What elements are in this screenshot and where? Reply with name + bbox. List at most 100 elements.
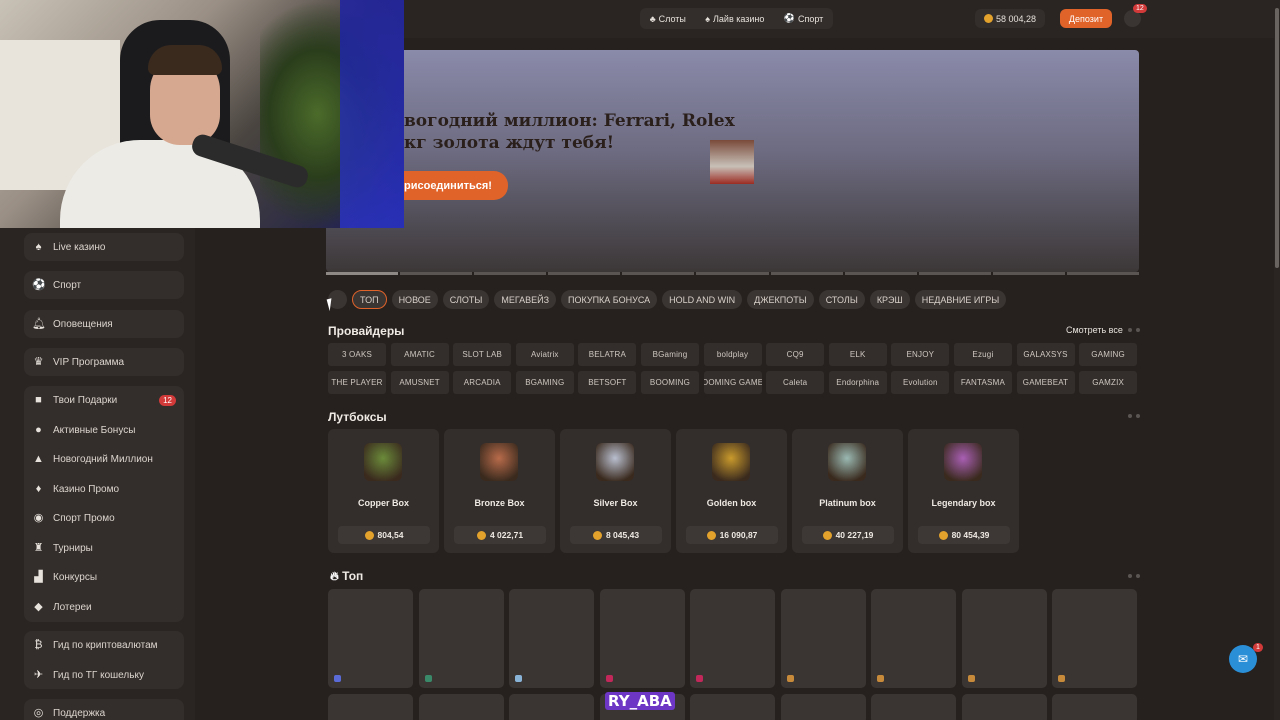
game-tile[interactable] [599, 589, 685, 688]
tab-tables[interactable]: СТОЛЫ [818, 290, 865, 309]
lootbox-card[interactable]: Copper Box 804,54 [328, 429, 439, 553]
lootbox-card[interactable]: Legendary box 80 454,39 [908, 429, 1019, 553]
game-tile[interactable] [328, 589, 413, 688]
sidebar-item-support[interactable]: ◎ Поддержка [24, 699, 184, 720]
tab-bonus-buy[interactable]: ПОКУПКА БОНУСА [561, 290, 658, 309]
sidebar-item-new-year-million[interactable]: ▲ Новогодний Миллион [24, 445, 184, 475]
nav-slots[interactable]: ♣ Слоты [650, 14, 686, 24]
nav-sport[interactable]: ⚽ Спорт [784, 13, 824, 24]
provider-tile[interactable]: GALAXSYS [1016, 343, 1075, 366]
provider-tile[interactable]: BOOMING [640, 371, 699, 394]
provider-tile[interactable]: BELATRA [578, 343, 637, 366]
provider-tile[interactable]: AMUSNET [390, 371, 449, 394]
game-tile[interactable] [690, 589, 775, 688]
game-tile[interactable] [328, 694, 413, 720]
top-bar [404, 0, 1280, 38]
tab-recent[interactable]: НЕДАВНИЕ ИГРЫ [914, 290, 1007, 309]
game-tile[interactable] [509, 694, 594, 720]
game-tile[interactable] [780, 694, 866, 720]
provider-tile[interactable]: BETSOFT [578, 371, 637, 394]
sidebar-item-crypto-guide[interactable]: ₿ Гид по криптовалютам [24, 631, 184, 661]
tab-top[interactable]: ТОП [352, 290, 387, 309]
provider-tile[interactable]: BGaming [640, 343, 699, 366]
chest-icon [944, 443, 982, 481]
sidebar-item-sport-promo[interactable]: ◉ Спорт Промо [24, 504, 184, 534]
lootbox-price-button[interactable]: 40 227,19 [802, 526, 894, 544]
provider-tile[interactable]: ENJOY [891, 343, 950, 366]
provider-tile[interactable]: SLOT LAB [453, 343, 512, 366]
provider-tile[interactable]: Ezugi [953, 343, 1012, 366]
provider-tile[interactable]: Aviatrix [515, 343, 574, 366]
tab-new[interactable]: НОВОЕ [391, 290, 438, 309]
provider-tile[interactable]: Endorphina [828, 371, 887, 394]
providers-pager[interactable] [1128, 328, 1142, 332]
sidebar-item-vip[interactable]: ♛ VIP Программа [24, 348, 184, 376]
provider-tile[interactable]: GAMZIX [1079, 371, 1138, 394]
banner-pagination[interactable] [326, 272, 1140, 275]
game-tile[interactable] [871, 694, 956, 720]
provider-badge-icon [605, 675, 613, 682]
provider-tile[interactable]: GAMING [1079, 343, 1138, 366]
provider-tile[interactable]: Evolution [891, 371, 950, 394]
game-tile[interactable] [961, 694, 1047, 720]
game-tile[interactable] [871, 589, 956, 688]
provider-tile[interactable]: AMATIC [390, 343, 449, 366]
providers-grid: 3 OAKS AMATIC SLOT LAB Aviatrix BELATRA BGami… [328, 343, 1138, 394]
tab-crash[interactable]: КРЭШ [869, 290, 910, 309]
provider-tile[interactable]: boldplay [703, 343, 762, 366]
see-all-link[interactable]: Смотреть все [1066, 325, 1123, 335]
scroll-thumb[interactable] [1275, 8, 1279, 268]
provider-tile[interactable]: ARCADIA [453, 371, 512, 394]
gifts-badge: 12 [159, 395, 176, 407]
provider-tile[interactable]: BOOMING GAMES [703, 371, 762, 394]
sidebar-item-active-bonuses[interactable]: ● Активные Бонусы [24, 416, 184, 446]
deposit-button[interactable]: Депозит [1060, 9, 1112, 28]
sidebar-item-tournaments[interactable]: ♜ Турниры [24, 534, 184, 564]
provider-tile[interactable]: Caleta [766, 371, 825, 394]
provider-tile[interactable]: ELK [828, 343, 887, 366]
lootbox-price-button[interactable]: 16 090,87 [686, 526, 778, 544]
game-tile[interactable] [509, 589, 594, 688]
game-tile[interactable] [961, 589, 1047, 688]
stream-overlay-text: RY_ABA [605, 692, 675, 710]
sidebar-item-live-casino[interactable]: ♠ Live казино [24, 233, 184, 261]
tab-slots[interactable]: СЛОТЫ [442, 290, 490, 309]
top-pager[interactable] [1128, 574, 1142, 578]
game-tile[interactable] [1052, 694, 1137, 720]
provider-tile[interactable]: THE PLAYER [328, 371, 386, 394]
sidebar-item-gifts[interactable]: ■ Твои Подарки 12 [24, 386, 184, 416]
provider-tile[interactable]: CQ9 [766, 343, 825, 366]
game-tile[interactable] [418, 694, 504, 720]
lootbox-price-button[interactable]: 80 454,39 [918, 526, 1010, 544]
sidebar-item-lotteries[interactable]: ◆ Лотереи [24, 593, 184, 623]
game-tile[interactable] [418, 589, 504, 688]
lootbox-card[interactable]: Silver Box 8 045,43 [560, 429, 671, 553]
lootbox-card[interactable]: Platinum box 40 227,19 [792, 429, 903, 553]
sidebar-item-sport[interactable]: ⚽ Спорт [24, 271, 184, 299]
lootbox-card[interactable]: Golden box 16 090,87 [676, 429, 787, 553]
nav-live-casino[interactable]: ♠ Лайв казино [705, 14, 764, 24]
tab-megaways[interactable]: МЕГАВЕЙЗ [494, 290, 557, 309]
provider-tile[interactable]: BGAMING [515, 371, 574, 394]
provider-tile[interactable]: 3 OAKS [328, 343, 386, 366]
balance-display[interactable]: 58 004,28 [975, 9, 1045, 28]
game-tile[interactable] [690, 694, 775, 720]
provider-tile[interactable]: GAMEBEAT [1016, 371, 1075, 394]
sidebar-item-contests[interactable]: ▟ Конкурсы [24, 563, 184, 593]
tab-jackpots[interactable]: ДЖЕКПОТЫ [747, 290, 814, 309]
tab-hold-and-win[interactable]: HOLD AND WIN [662, 290, 743, 309]
chest-icon [364, 443, 402, 481]
promo-banner[interactable]: вогодний миллион: Ferrari, Rolex кг золот… [326, 50, 1139, 272]
banner-join-button[interactable]: рисоединиться! [404, 171, 508, 200]
provider-tile[interactable]: FANTASMA [953, 371, 1012, 394]
game-tile[interactable] [1052, 589, 1137, 688]
sidebar-item-notifications[interactable]: 🔔︎ Оповещения [24, 310, 184, 338]
lootbox-price-button[interactable]: 8 045,43 [570, 526, 662, 544]
lootboxes-pager[interactable] [1128, 414, 1142, 418]
sidebar-item-tg-wallet-guide[interactable]: ✈ Гид по ТГ кошельку [24, 661, 184, 691]
sidebar-item-casino-promo[interactable]: ♦ Казино Промо [24, 475, 184, 505]
lootbox-price-button[interactable]: 4 022,71 [454, 526, 546, 544]
lootbox-card[interactable]: Bronze Box 4 022,71 [444, 429, 555, 553]
lootbox-price-button[interactable]: 804,54 [338, 526, 430, 544]
game-tile[interactable] [780, 589, 866, 688]
